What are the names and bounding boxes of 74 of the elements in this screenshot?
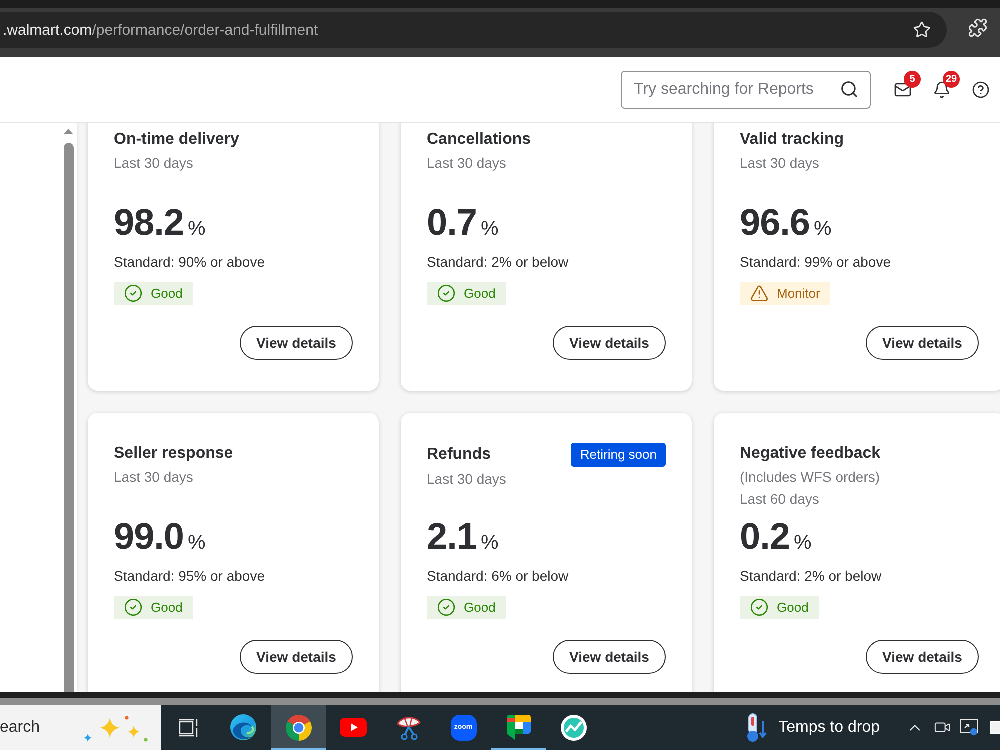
metric-subtitle: (Includes WFS orders) — [740, 468, 882, 487]
unit-label: % — [794, 532, 812, 555]
scroll-up-arrow-icon[interactable] — [64, 129, 73, 134]
unit-label: % — [188, 532, 206, 555]
url-text: .walmart.com/performance/order-and-fulfillment — [3, 22, 320, 38]
status-label: Good — [777, 600, 809, 616]
status-label: Good — [151, 600, 183, 616]
puzzle-icon[interactable] — [968, 18, 988, 38]
unit-label: % — [188, 218, 206, 241]
metric-value: 98.2 — [114, 201, 184, 245]
address-bar[interactable]: .walmart.com/performance/order-and-fulfillment — [0, 12, 947, 48]
view-details-button[interactable]: View details — [240, 640, 353, 674]
unread-count: 5 — [904, 70, 921, 88]
screen-icon[interactable] — [960, 719, 979, 736]
metric-value: 2.1 — [427, 515, 477, 559]
standard-text: Standard: 95% or above — [114, 567, 266, 586]
unit-label: % — [480, 218, 499, 241]
standard-text: Standard: 6% or below — [427, 567, 570, 586]
view-details-button[interactable]: View details — [866, 640, 979, 674]
view-details-button[interactable]: View details — [866, 326, 979, 360]
warning-icon — [750, 284, 769, 304]
metric-title: On-time delivery — [114, 130, 240, 150]
unit-label: % — [814, 218, 832, 241]
scissors-icon[interactable] — [396, 714, 422, 740]
metric-value: 96.6 — [740, 201, 810, 245]
view-details-button[interactable]: View details — [553, 640, 666, 674]
metric-title: Cancellations — [427, 130, 532, 150]
check-circle-icon — [750, 598, 769, 618]
check-circle-icon — [437, 284, 456, 304]
weather-text[interactable]: Temps to drop — [778, 718, 880, 736]
standard-text: Standard: 2% or below — [427, 253, 570, 272]
mail-icon[interactable] — [894, 80, 912, 98]
check-circle-icon — [437, 598, 456, 618]
metric-value: 99.0 — [114, 515, 184, 559]
search-field[interactable]: Try searching for Reports — [621, 70, 871, 108]
retiring-tag: Retiring soon — [571, 443, 666, 467]
metric-title: Seller response — [114, 444, 234, 464]
status-label: Monitor — [777, 286, 820, 302]
metric-value: 0.7 — [427, 201, 477, 245]
search-icon[interactable] — [840, 80, 859, 98]
metric-subtitle: Last 30 days — [427, 470, 508, 489]
chat-bubble-icon[interactable] — [506, 715, 530, 740]
swirl-logo-icon[interactable] — [230, 714, 257, 741]
bell-icon[interactable] — [933, 80, 951, 98]
metric-title: Negative feedback — [740, 444, 881, 464]
scrollbar-thumb[interactable] — [64, 143, 74, 692]
notification-count: 29 — [943, 70, 960, 88]
status-label: Good — [464, 600, 496, 616]
view-details-button[interactable]: View details — [553, 326, 666, 360]
thermometer-icon[interactable] — [744, 712, 767, 742]
view-details-button[interactable]: View details — [240, 326, 353, 360]
unit-label: % — [480, 532, 499, 555]
standard-text: Standard: 99% or above — [740, 253, 892, 272]
status-label: Good — [151, 286, 183, 302]
metric-title: Valid tracking — [740, 130, 844, 150]
check-circle-icon — [124, 598, 143, 618]
metric-title: Refunds — [427, 445, 491, 465]
metric-subtitle: Last 30 days — [114, 468, 194, 487]
bookmark-star-icon[interactable] — [913, 21, 931, 39]
task-view-icon[interactable] — [178, 718, 198, 738]
metric-value: 0.2 — [740, 515, 790, 559]
metric-subtitle: Last 30 days — [427, 154, 508, 173]
metric-subtitle: Last 60 days — [740, 490, 820, 509]
standard-text: Standard: 2% or below — [740, 567, 883, 586]
segmented-circle-logo-icon[interactable] — [286, 714, 312, 740]
metric-subtitle: Last 30 days — [114, 154, 194, 173]
standard-text: Standard: 90% or above — [114, 253, 266, 272]
search-field[interactable]: earch — [0, 705, 161, 750]
pulse-circle-icon[interactable] — [560, 714, 586, 740]
play-button-icon[interactable] — [340, 718, 367, 737]
metric-subtitle: Last 30 days — [740, 154, 820, 173]
status-label: Good — [464, 286, 496, 302]
help-icon[interactable] — [972, 80, 990, 98]
check-circle-icon — [124, 284, 143, 304]
